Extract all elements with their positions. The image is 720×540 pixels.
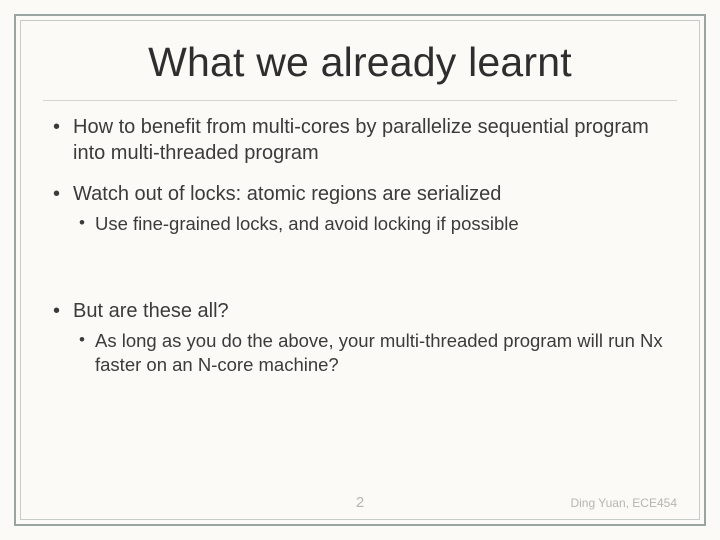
bullet-item: Watch out of locks: atomic regions are s…	[49, 182, 671, 235]
spacer	[49, 251, 671, 299]
bullet-list: But are these all? As long as you do the…	[49, 299, 671, 376]
slide-body: How to benefit from multi-cores by paral…	[21, 101, 699, 376]
bullet-item: How to benefit from multi-cores by paral…	[49, 115, 671, 166]
slide-title: What we already learnt	[21, 39, 699, 86]
bullet-text: Watch out of locks: atomic regions are s…	[73, 183, 501, 205]
footer-credit: Ding Yuan, ECE454	[570, 496, 677, 510]
sub-bullet-text: As long as you do the above, your multi-…	[95, 330, 663, 375]
bullet-text: How to benefit from multi-cores by paral…	[73, 116, 649, 164]
bullet-item: But are these all? As long as you do the…	[49, 299, 671, 376]
sub-bullet-item: Use fine-grained locks, and avoid lockin…	[73, 212, 671, 236]
sub-bullet-text: Use fine-grained locks, and avoid lockin…	[95, 213, 519, 234]
bullet-list: How to benefit from multi-cores by paral…	[49, 115, 671, 235]
sub-bullet-list: As long as you do the above, your multi-…	[73, 329, 671, 376]
sub-bullet-list: Use fine-grained locks, and avoid lockin…	[73, 212, 671, 236]
sub-bullet-item: As long as you do the above, your multi-…	[73, 329, 671, 376]
bullet-text: But are these all?	[73, 300, 229, 322]
inner-border: What we already learnt How to benefit fr…	[20, 20, 700, 520]
